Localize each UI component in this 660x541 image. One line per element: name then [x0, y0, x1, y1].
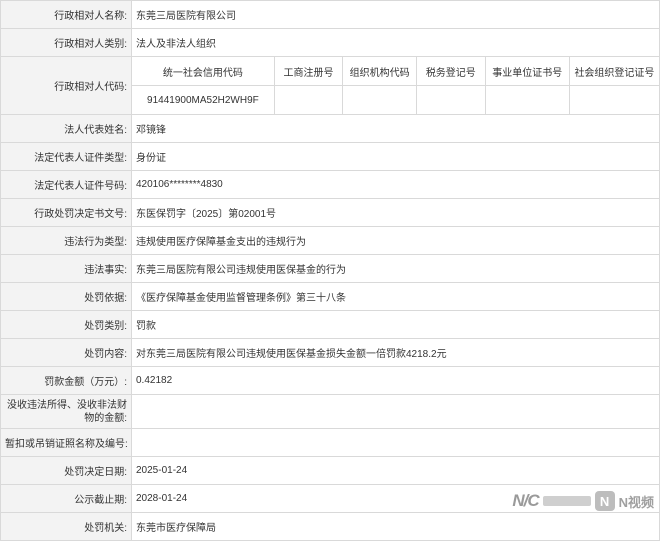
label-legal-rep-name: 法人代表姓名:: [0, 114, 132, 143]
code-header-social-org-cert: 社会组织登记证号: [568, 57, 659, 86]
value-violation-facts: 东莞三局医院有限公司违规使用医保基金的行为: [131, 254, 660, 283]
nc-logo-icon: N/C: [512, 491, 539, 510]
code-header-business-reg: 工商注册号: [273, 57, 343, 86]
label-party-code: 行政相对人代码:: [0, 56, 132, 115]
code-header-institution-cert: 事业单位证书号: [484, 57, 570, 86]
label-violation-facts: 违法事实:: [0, 254, 132, 283]
value-fine-amount: 0.42182: [131, 366, 660, 395]
value-party-name: 东莞三局医院有限公司: [131, 0, 660, 29]
code-header-credit-code: 统一社会信用代码: [132, 57, 275, 86]
label-publicity-deadline: 公示截止期:: [0, 484, 132, 513]
label-license-suspension: 暂扣或吊销证照名称及编号:: [0, 428, 132, 457]
label-penalty-authority: 处罚机关:: [0, 512, 132, 541]
watermark-bar-icon: [542, 496, 591, 506]
label-decision-date: 处罚决定日期:: [0, 456, 132, 485]
code-value-tax-reg: [416, 85, 486, 114]
label-penalty-basis: 处罚依据:: [0, 282, 132, 311]
row-penalty-category: 处罚类别: 罚款: [0, 310, 660, 339]
value-id-type: 身份证: [131, 142, 660, 171]
row-party-code: 行政相对人代码: 统一社会信用代码 工商注册号 组织机构代码 税务登记号 事业单…: [0, 56, 660, 115]
row-penalty-content: 处罚内容: 对东莞三局医院有限公司违规使用医保基金损失金额一倍罚款4218.2元: [0, 338, 660, 367]
value-penalty-category: 罚款: [131, 310, 660, 339]
code-header-tax-reg: 税务登记号: [416, 57, 486, 86]
value-license-suspension: [131, 428, 660, 457]
code-value-credit-code: 91441900MA52H2WH9F: [147, 94, 259, 106]
row-confiscation-amount: 没收违法所得、没收非法财物的金额:: [0, 394, 660, 429]
row-decision-date: 处罚决定日期: 2025-01-24: [0, 456, 660, 485]
code-header-row: 统一社会信用代码 工商注册号 组织机构代码 税务登记号 事业单位证书号 社会组织…: [132, 57, 659, 86]
row-party-name: 行政相对人名称: 东莞三局医院有限公司: [0, 0, 660, 29]
watermark: N/C N N视频: [512, 488, 654, 514]
value-penalty-content: 对东莞三局医院有限公司违规使用医保基金损失金额一倍罚款4218.2元: [131, 338, 660, 367]
party-code-table: 统一社会信用代码 工商注册号 组织机构代码 税务登记号 事业单位证书号 社会组织…: [132, 57, 659, 114]
row-fine-amount: 罚款金额（万元）: 0.42182: [0, 366, 660, 395]
code-value-institution-cert: [484, 85, 570, 114]
row-violation-facts: 违法事实: 东莞三局医院有限公司违规使用医保基金的行为: [0, 254, 660, 283]
code-header-org-code: 组织机构代码: [342, 57, 417, 86]
row-penalty-basis: 处罚依据: 《医疗保障基金使用监督管理条例》第三十八条: [0, 282, 660, 311]
label-violation-type: 违法行为类型:: [0, 226, 132, 255]
row-legal-rep-name: 法人代表姓名: 邓镜锋: [0, 114, 660, 143]
code-value-org-code: [342, 85, 417, 114]
value-confiscation-amount: [131, 394, 660, 429]
value-party-category: 法人及非法人组织: [131, 28, 660, 57]
label-decision-doc-number: 行政处罚决定书文号:: [0, 198, 132, 227]
row-id-number: 法定代表人证件号码: 420106********4830: [0, 170, 660, 199]
value-penalty-authority: 东莞市医疗保障局: [131, 512, 660, 541]
value-violation-type: 违规使用医疗保障基金支出的违规行为: [131, 226, 660, 255]
code-value-row: 91441900MA52H2WH9F: [133, 85, 659, 114]
label-fine-amount: 罚款金额（万元）:: [0, 366, 132, 395]
penalty-info-table: 行政相对人名称: 东莞三局医院有限公司 行政相对人类别: 法人及非法人组织 行政…: [0, 0, 660, 541]
label-party-category: 行政相对人类别:: [0, 28, 132, 57]
value-id-number: 420106********4830: [131, 170, 660, 199]
label-penalty-content: 处罚内容:: [0, 338, 132, 367]
row-party-category: 行政相对人类别: 法人及非法人组织: [0, 28, 660, 57]
party-code-cell: 统一社会信用代码 工商注册号 组织机构代码 税务登记号 事业单位证书号 社会组织…: [131, 56, 660, 115]
value-legal-rep-name: 邓镜锋: [131, 114, 660, 143]
row-decision-doc-number: 行政处罚决定书文号: 东医保罚字〔2025〕第02001号: [0, 198, 660, 227]
row-id-type: 法定代表人证件类型: 身份证: [0, 142, 660, 171]
n-video-logo-icon: N: [594, 491, 615, 511]
code-value-business-reg: [273, 85, 343, 114]
label-confiscation-amount: 没收违法所得、没收非法财物的金额:: [0, 394, 132, 429]
label-party-name: 行政相对人名称:: [0, 0, 132, 29]
value-decision-date: 2025-01-24: [131, 456, 660, 485]
row-violation-type: 违法行为类型: 违规使用医疗保障基金支出的违规行为: [0, 226, 660, 255]
label-id-type: 法定代表人证件类型:: [0, 142, 132, 171]
row-penalty-authority: 处罚机关: 东莞市医疗保障局: [0, 512, 660, 541]
watermark-brand-text: N视频: [618, 494, 654, 510]
row-license-suspension: 暂扣或吊销证照名称及编号:: [0, 428, 660, 457]
value-decision-doc-number: 东医保罚字〔2025〕第02001号: [131, 198, 660, 227]
label-penalty-category: 处罚类别:: [0, 310, 132, 339]
label-id-number: 法定代表人证件号码:: [0, 170, 132, 199]
code-value-social-org-cert: [568, 85, 659, 114]
value-penalty-basis: 《医疗保障基金使用监督管理条例》第三十八条: [131, 282, 660, 311]
